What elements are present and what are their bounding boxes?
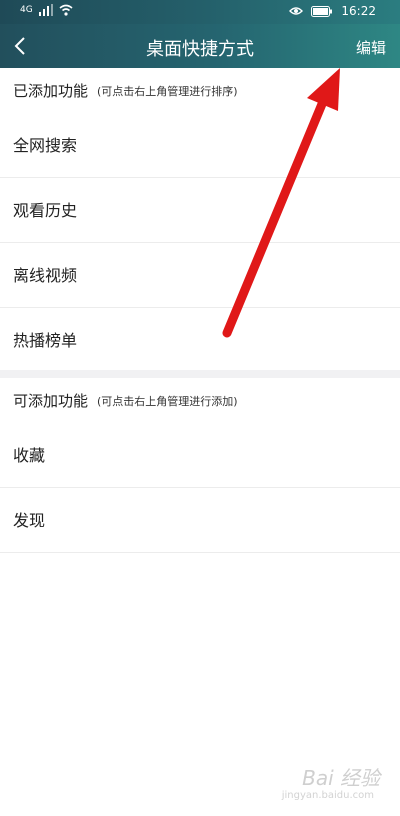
list-item[interactable]: 离线视频 xyxy=(0,242,400,308)
added-section-title: 已添加功能 xyxy=(13,82,89,100)
list-item-label: 发现 xyxy=(13,511,46,530)
added-section-header: 已添加功能 (可点击右上角管理进行排序) xyxy=(0,68,400,112)
list-item[interactable]: 观看历史 xyxy=(0,177,400,243)
list-item-label: 热播榜单 xyxy=(13,331,78,350)
list-item-label: 离线视频 xyxy=(13,266,78,285)
app-bar: 桌面快捷方式 编辑 xyxy=(0,24,400,68)
edit-button[interactable]: 编辑 xyxy=(356,37,386,58)
page-title: 桌面快捷方式 xyxy=(146,39,254,60)
list-item-label: 观看历史 xyxy=(13,201,78,220)
watermark-url: jingyan.baidu.com xyxy=(281,790,374,801)
status-bar: 4G 16:22 xyxy=(0,0,400,24)
list-item[interactable]: 发现 xyxy=(0,487,400,553)
clock: 16:22 xyxy=(341,4,376,18)
signal-icon xyxy=(38,4,53,16)
eye-icon xyxy=(289,7,304,15)
available-section-header: 可添加功能 (可点击右上角管理进行添加) xyxy=(0,378,400,422)
list-item[interactable]: 热播榜单 xyxy=(0,307,400,372)
list-item[interactable]: 收藏 xyxy=(0,422,400,488)
list-item[interactable]: 全网搜索 xyxy=(0,112,400,178)
signal-label: 4G xyxy=(20,5,33,15)
section-divider xyxy=(0,370,400,378)
added-section-hint: (可点击右上角管理进行排序) xyxy=(97,85,238,98)
battery-icon xyxy=(311,5,333,17)
available-section-hint: (可点击右上角管理进行添加) xyxy=(97,395,238,408)
watermark-logo: Bai 经验 xyxy=(302,766,380,790)
wifi-icon xyxy=(59,4,73,16)
list-item-label: 全网搜索 xyxy=(13,136,78,155)
available-section-title: 可添加功能 xyxy=(13,392,89,410)
list-item-label: 收藏 xyxy=(13,446,46,465)
